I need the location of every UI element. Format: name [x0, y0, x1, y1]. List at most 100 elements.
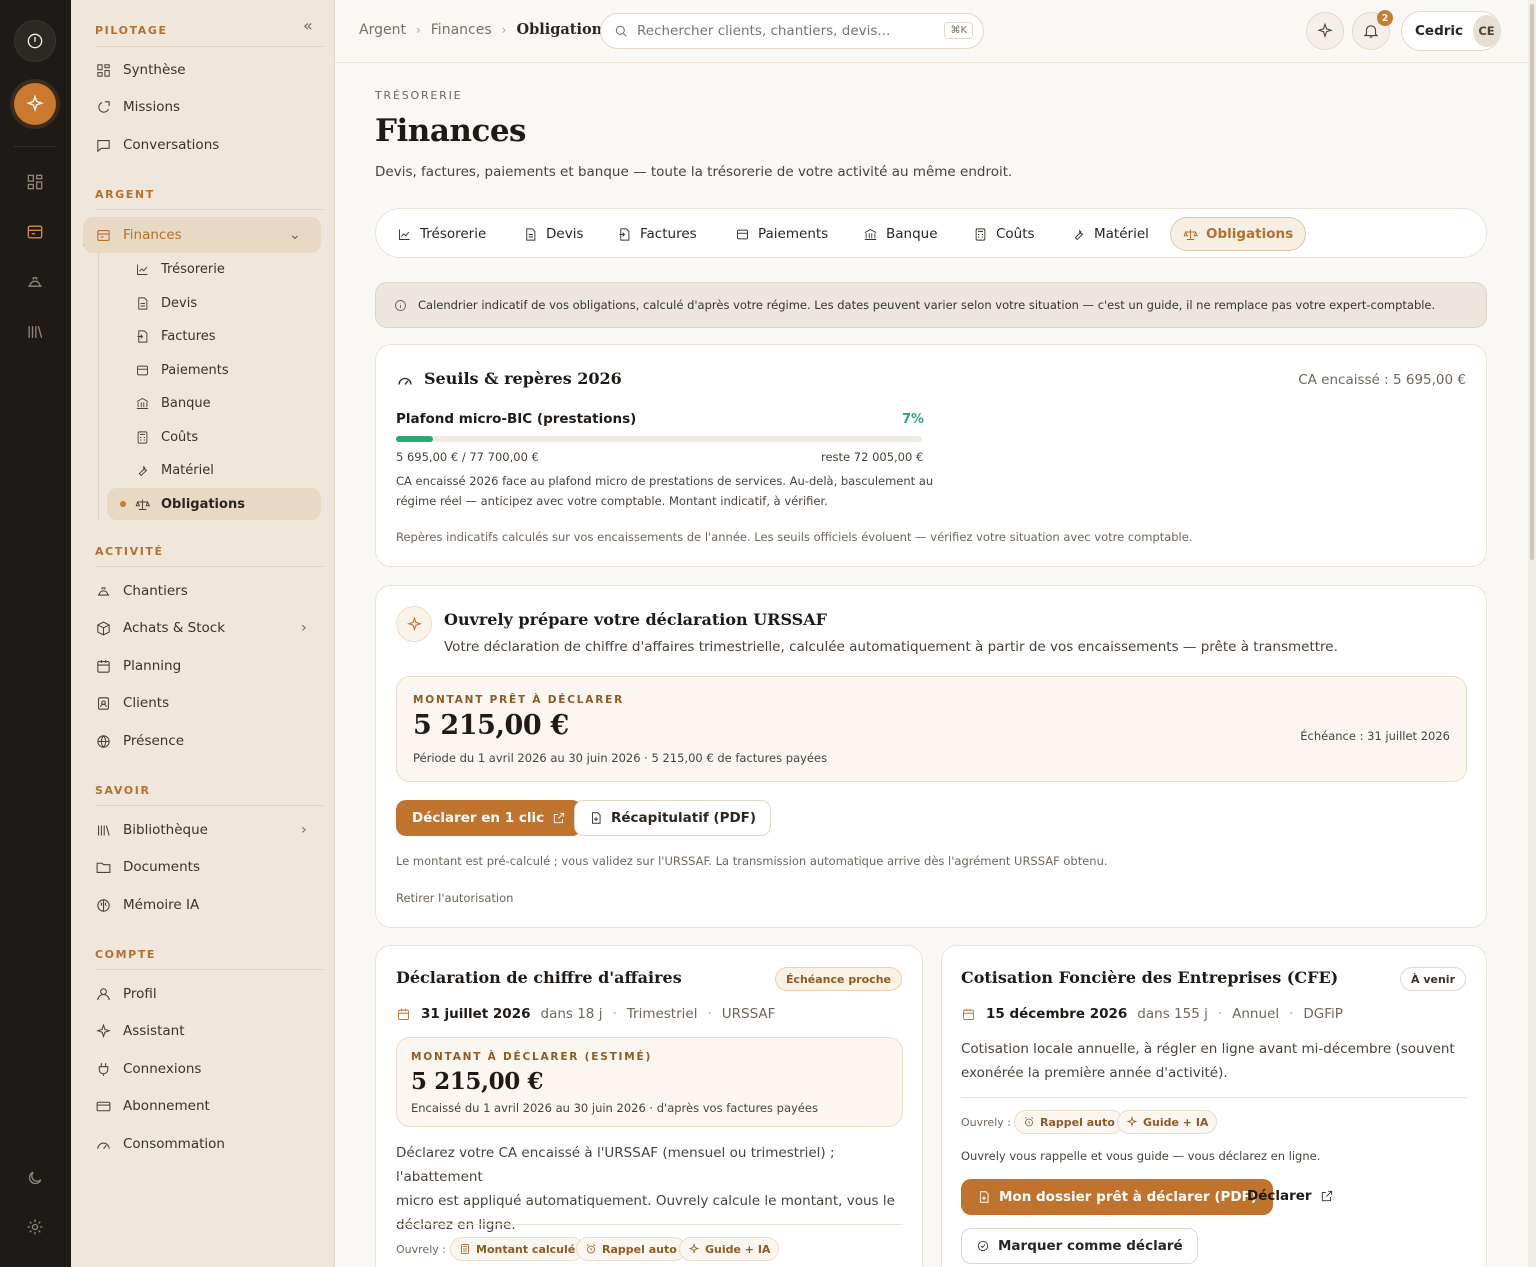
sidebar-item-achats[interactable]: Achats & Stock › [95, 617, 307, 639]
info-icon [395, 299, 406, 311]
amount-value: 5 215,00 € [411, 1068, 544, 1095]
document-icon [526, 227, 536, 241]
scale-icon [135, 499, 150, 510]
tab-factures[interactable]: Factures [605, 217, 709, 251]
seuils-card: Seuils & repères 2026 CA encaissé : 5 69… [375, 344, 1487, 567]
notifications-button[interactable]: 2 [1352, 10, 1393, 50]
tab-couts[interactable]: Coûts [961, 217, 1047, 251]
gauge-icon [398, 377, 412, 385]
sidebar-item-consommation[interactable]: Consommation [95, 1133, 225, 1155]
moon-icon[interactable] [14, 1157, 56, 1199]
invoice-icon [619, 227, 630, 241]
pdf-file-icon [592, 812, 601, 824]
sidebar-sub-factures[interactable]: Factures [135, 325, 216, 347]
sidebar-item-abonnement[interactable]: Abonnement [95, 1095, 210, 1117]
submenu-line [98, 252, 99, 520]
bank-icon [864, 228, 877, 240]
tab-devis[interactable]: Devis [511, 217, 595, 251]
plafond-percent: 7% [902, 412, 925, 427]
declare-one-click-button[interactable]: Déclarer en 1 clic [396, 800, 583, 836]
ai-assistant-button[interactable] [1306, 12, 1344, 50]
amount-due: Échéance : 31 juillet 2026 [1300, 729, 1450, 743]
seuils-footnote: Repères indicatifs calculés sur vos enca… [396, 530, 1193, 544]
library-icon[interactable] [14, 311, 56, 353]
user-menu[interactable]: Cedric CE [1401, 11, 1501, 51]
recap-pdf-button[interactable]: Récapitulatif (PDF) [574, 800, 772, 836]
scrollbar[interactable] [1528, 0, 1536, 1267]
mark-declared-button[interactable]: Marquer comme déclaré [961, 1228, 1198, 1264]
sparkle-icon [1126, 1116, 1138, 1127]
search-input[interactable] [637, 23, 937, 39]
ca-declaration-title: Déclaration de chiffre d'affaires [396, 968, 682, 987]
chip-rappel-auto: Rappel auto [1014, 1110, 1124, 1134]
tab-obligations[interactable]: Obligations [1170, 217, 1307, 251]
urssaf-title: Ouvrely prépare votre déclaration URSSAF [444, 610, 827, 629]
dossier-pdf-button[interactable]: Mon dossier prêt à déclarer (PDF) [961, 1179, 1274, 1215]
breadcrumb-current: Obligations [516, 21, 611, 38]
collapse-sidebar-icon[interactable]: « [303, 16, 313, 35]
calendar-icon [97, 659, 110, 673]
tab-banque[interactable]: Banque [851, 217, 950, 251]
gauge-icon [97, 1142, 110, 1149]
amount-period: Période du 1 avril 2026 au 30 juin 2026 … [413, 751, 828, 765]
plafond-desc-2: régime réel — anticipez avec votre compt… [396, 494, 828, 508]
chart-line-icon [399, 229, 410, 240]
sidebar-item-bibliotheque[interactable]: Bibliothèque › [95, 819, 307, 841]
status-badge: Échéance proche [774, 967, 902, 991]
plafond-progress-fill [396, 436, 433, 442]
sidebar-sub-couts[interactable]: Coûts [135, 426, 198, 448]
calendar-icon [398, 1008, 409, 1020]
cfe-title: Cotisation Foncière des Entreprises (CFE… [961, 968, 1339, 987]
breadcrumb-argent[interactable]: Argent [359, 22, 406, 38]
sidebar-item-conversations[interactable]: Conversations [95, 134, 219, 156]
power-logo-icon[interactable] [14, 20, 56, 62]
tab-paiements[interactable]: Paiements [723, 217, 840, 251]
section-compte: COMPTE [95, 948, 157, 961]
sidebar-sub-paiements[interactable]: Paiements [135, 359, 229, 381]
urssaf-amount-box: MONTANT PRÊT À DÉCLARER 5 215,00 € Pério… [396, 676, 1467, 782]
scrollbar-thumb[interactable] [1530, 4, 1534, 560]
sidebar-item-documents[interactable]: Documents [95, 856, 200, 878]
sidebar-item-missions[interactable]: Missions [95, 96, 180, 118]
divider [95, 46, 323, 47]
sidebar-item-presence[interactable]: Présence [95, 730, 184, 752]
grid-icon[interactable] [14, 161, 56, 203]
tab-materiel[interactable]: Matériel [1059, 217, 1161, 251]
revoke-authorization-link[interactable]: Retirer l'autorisation [396, 891, 513, 905]
ca-declaration-card: Déclaration de chiffre d'affaires Échéan… [375, 945, 923, 1267]
user-name: Cedric [1415, 23, 1464, 39]
sparkle-icon[interactable] [14, 83, 56, 125]
card-icon [737, 229, 748, 239]
sidebar-sub-materiel[interactable]: Matériel [135, 459, 214, 481]
helmet-icon[interactable] [14, 261, 56, 303]
alarm-icon [586, 1244, 596, 1254]
tab-tresorerie[interactable]: Trésorerie [385, 217, 498, 251]
sidebar-item-memoire[interactable]: Mémoire IA [95, 894, 199, 916]
sidebar-sub-devis[interactable]: Devis [135, 292, 197, 314]
sidebar-sub-tresorerie[interactable]: Trésorerie [135, 258, 225, 280]
status-badge: À venir [1400, 967, 1466, 991]
sidebar-sub-banque[interactable]: Banque [135, 392, 211, 414]
library-icon [98, 824, 110, 836]
sidebar-item-synthese[interactable]: Synthèse [95, 59, 186, 81]
wrench-icon [1074, 228, 1084, 240]
sidebar-item-assistant[interactable]: Assistant [95, 1020, 185, 1042]
gear-icon[interactable] [14, 1206, 56, 1248]
sidebar-item-finances[interactable]: Finances ⌄ [83, 217, 321, 253]
sidebar-item-clients[interactable]: Clients [95, 692, 169, 714]
plafond-reste: reste 72 005,00 € [821, 450, 924, 464]
sidebar-item-connexions[interactable]: Connexions [95, 1058, 201, 1080]
declare-link[interactable]: Déclarer [1247, 1188, 1334, 1204]
sidebar-item-chantiers[interactable]: Chantiers [95, 580, 188, 602]
chart-line-icon [137, 264, 148, 275]
card-icon [137, 365, 148, 375]
sidebar-item-profil[interactable]: Profil [95, 983, 157, 1005]
breadcrumb-finances[interactable]: Finances [431, 22, 492, 38]
sidebar-item-planning[interactable]: Planning [95, 655, 181, 677]
document-icon [138, 296, 148, 310]
search-bar[interactable]: ⌘K [600, 13, 984, 49]
wallet-icon[interactable] [14, 211, 56, 253]
ca-amount-box: MONTANT À DÉCLARER (ESTIMÉ) 5 215,00 € E… [396, 1037, 903, 1127]
globe-icon [97, 734, 110, 748]
sidebar-sub-obligations[interactable]: Obligations [107, 488, 321, 520]
